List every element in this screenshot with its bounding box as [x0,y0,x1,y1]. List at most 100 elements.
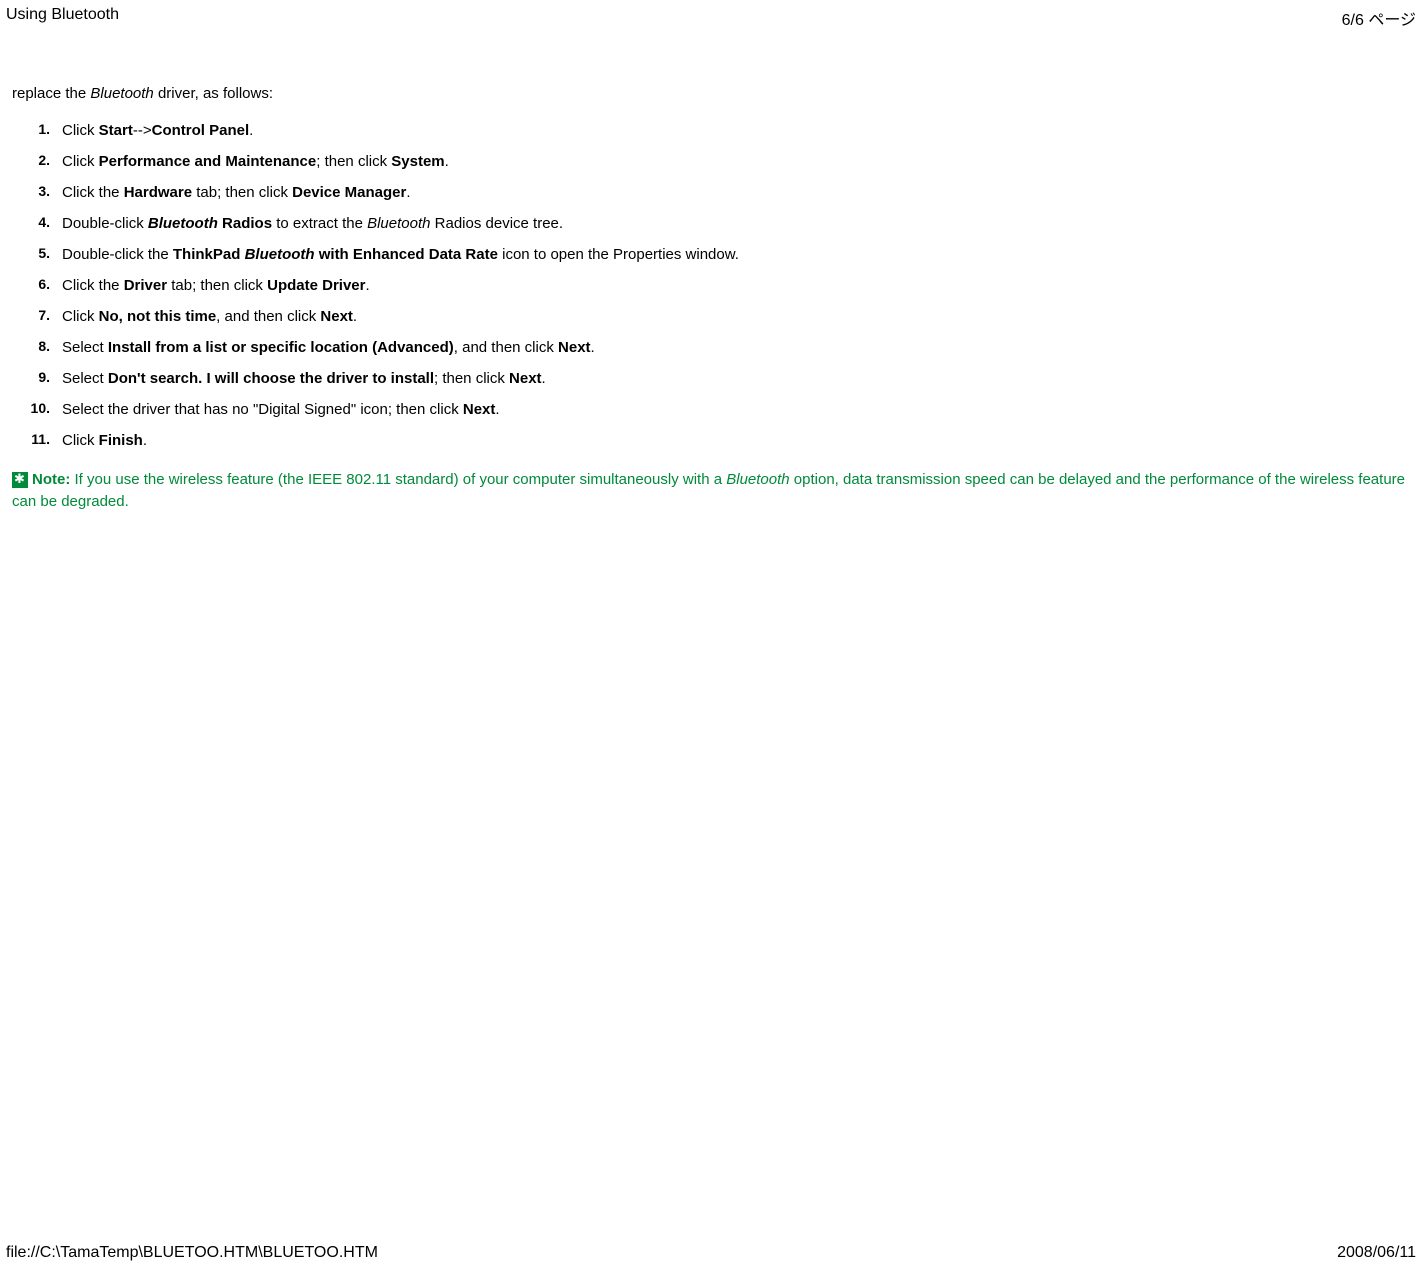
step-item: 5.Double-click the ThinkPad Bluetooth wi… [12,244,1412,265]
step-number: 11. [12,430,62,451]
step-fragment: ThinkPad [173,246,245,263]
step-text: Click the Hardware tab; then click Devic… [62,182,411,203]
step-fragment: Hardware [124,184,192,201]
step-fragment: . [143,432,147,449]
note-pre: If you use the wireless feature (the IEE… [70,471,726,488]
step-fragment: Next [558,339,591,356]
step-number: 2. [12,151,62,172]
step-fragment: Radios device tree. [430,215,563,232]
step-fragment: Start [99,122,133,139]
step-fragment: Update Driver [267,277,365,294]
step-fragment: . [249,122,253,139]
step-fragment: No, not this time [99,308,217,325]
note-label: Note: [32,471,70,488]
step-fragment: Install from a list or specific location… [108,339,454,356]
step-fragment: , and then click [454,339,558,356]
step-text: Click the Driver tab; then click Update … [62,275,370,296]
step-fragment: to extract the [272,215,367,232]
steps-list: 1.Click Start-->Control Panel.2.Click Pe… [12,120,1412,451]
step-fragment: . [591,339,595,356]
step-fragment: Click [62,432,99,449]
step-number: 1. [12,120,62,141]
intro-line: replace the Bluetooth driver, as follows… [12,85,1412,102]
step-text: Click Start-->Control Panel. [62,120,253,141]
step-fragment: . [495,401,499,418]
page-footer-path: file://C:\TamaTemp\BLUETOO.HTM\BLUETOO.H… [6,1244,378,1262]
step-fragment: Click [62,153,99,170]
step-fragment: --> [133,122,152,139]
document-body: replace the Bluetooth driver, as follows… [12,85,1412,513]
page-header-pagenum: 6/6 ページ [1342,6,1416,30]
step-fragment: Next [320,308,353,325]
step-fragment: tab; then click [192,184,292,201]
step-number: 4. [12,213,62,234]
intro-post: driver, as follows: [154,85,273,102]
step-fragment: with Enhanced Data Rate [315,246,498,263]
step-text: Select the driver that has no "Digital S… [62,399,500,420]
step-fragment: Double-click the [62,246,173,263]
step-item: 9.Select Don't search. I will choose the… [12,368,1412,389]
step-fragment: Select [62,370,108,387]
step-item: 7.Click No, not this time, and then clic… [12,306,1412,327]
step-fragment: ; then click [316,153,391,170]
step-fragment: tab; then click [167,277,267,294]
step-number: 10. [12,399,62,420]
step-fragment: Bluetooth [367,215,430,232]
step-item: 2.Click Performance and Maintenance; the… [12,151,1412,172]
step-text: Select Install from a list or specific l… [62,337,595,358]
step-fragment: Double-click [62,215,148,232]
step-number: 5. [12,244,62,265]
step-fragment: Next [509,370,542,387]
step-fragment: . [406,184,410,201]
step-text: Click Finish. [62,430,147,451]
step-item: 3.Click the Hardware tab; then click Dev… [12,182,1412,203]
step-fragment: . [365,277,369,294]
note-italic: Bluetooth [726,471,789,488]
step-fragment: Don't search. I will choose the driver t… [108,370,434,387]
step-fragment: Bluetooth [148,215,218,232]
step-text: Select Don't search. I will choose the d… [62,368,546,389]
step-fragment: . [542,370,546,387]
step-fragment: Driver [124,277,167,294]
step-text: Click No, not this time, and then click … [62,306,357,327]
step-fragment: Click the [62,184,124,201]
step-fragment: Click the [62,277,124,294]
page-footer-date: 2008/06/11 [1337,1244,1416,1262]
step-text: Double-click the ThinkPad Bluetooth with… [62,244,739,265]
step-number: 7. [12,306,62,327]
step-item: 10.Select the driver that has no "Digita… [12,399,1412,420]
step-fragment: . [353,308,357,325]
step-item: 11.Click Finish. [12,430,1412,451]
step-item: 8.Select Install from a list or specific… [12,337,1412,358]
intro-pre: replace the [12,85,90,102]
step-fragment: Click [62,308,99,325]
step-fragment: Device Manager [292,184,406,201]
step-number: 3. [12,182,62,203]
step-fragment: , and then click [216,308,320,325]
step-number: 8. [12,337,62,358]
step-number: 6. [12,275,62,296]
note-block: Note: If you use the wireless feature (t… [12,469,1412,513]
step-fragment: . [445,153,449,170]
step-item: 4.Double-click Bluetooth Radios to extra… [12,213,1412,234]
step-fragment: icon to open the Properties window. [498,246,739,263]
step-fragment: Click [62,122,99,139]
step-fragment: Bluetooth [245,246,315,263]
step-fragment: Select [62,339,108,356]
step-fragment: Performance and Maintenance [99,153,317,170]
step-fragment: Radios [218,215,272,232]
step-fragment: Finish [99,432,143,449]
step-text: Click Performance and Maintenance; then … [62,151,449,172]
step-fragment: Select the driver that has no "Digital S… [62,401,463,418]
page-header-title: Using Bluetooth [6,6,119,24]
intro-italic: Bluetooth [90,85,153,102]
step-text: Double-click Bluetooth Radios to extract… [62,213,563,234]
step-fragment: System [391,153,444,170]
step-number: 9. [12,368,62,389]
step-fragment: Next [463,401,496,418]
note-icon [12,472,28,488]
step-fragment: ; then click [434,370,509,387]
step-item: 6.Click the Driver tab; then click Updat… [12,275,1412,296]
step-fragment: Control Panel [152,122,250,139]
step-item: 1.Click Start-->Control Panel. [12,120,1412,141]
